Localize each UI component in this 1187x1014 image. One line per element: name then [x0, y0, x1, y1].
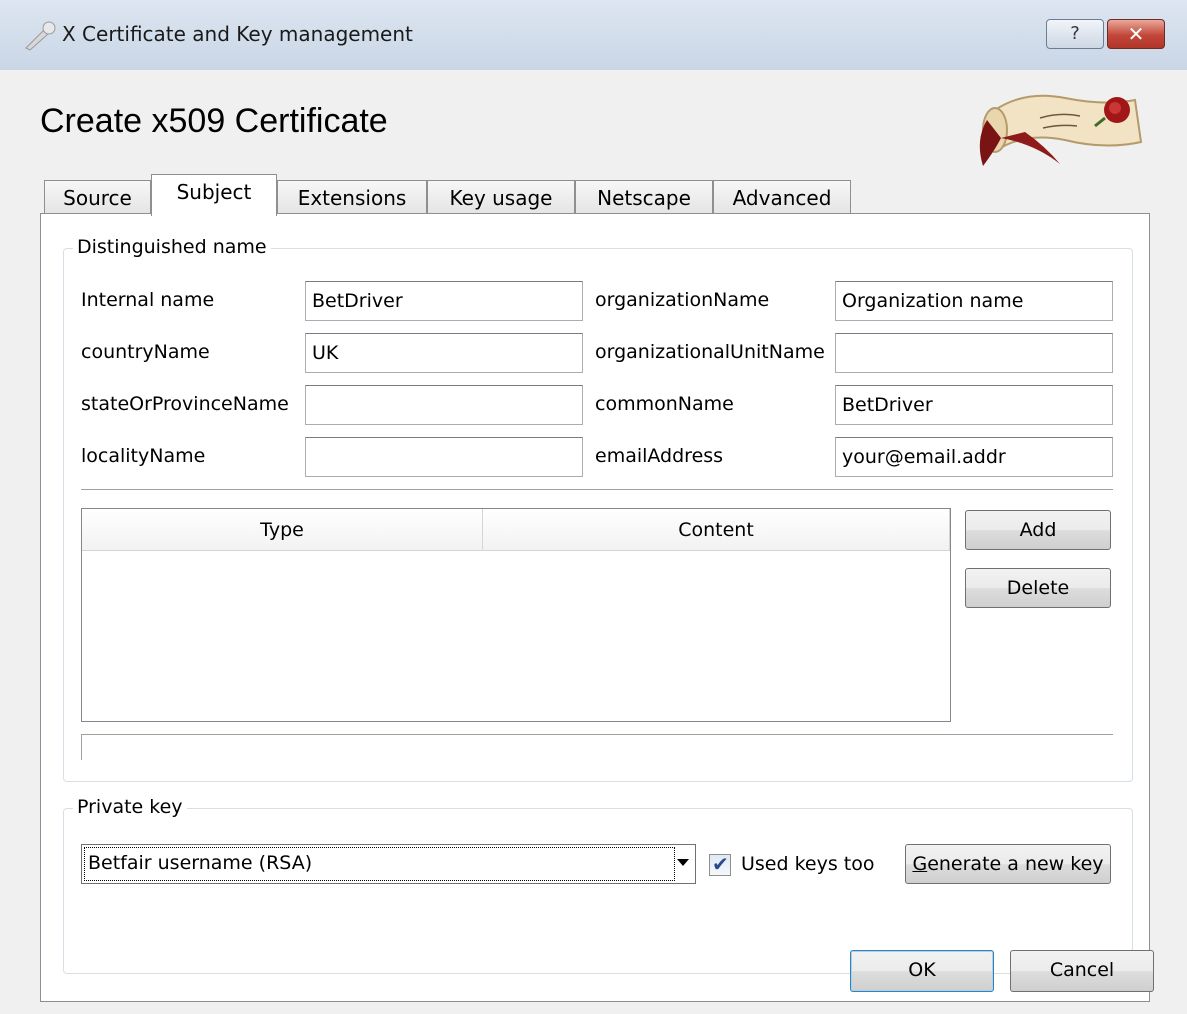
organization-name-field[interactable]: Organization name [835, 281, 1113, 321]
dropdown-arrow-icon [677, 859, 689, 866]
tab-source[interactable]: Source [44, 180, 151, 216]
delete-button[interactable]: Delete [965, 568, 1111, 608]
private-key-combo[interactable]: Betfair username (RSA) [81, 844, 696, 884]
tab-extensions[interactable]: Extensions [277, 180, 427, 216]
help-button[interactable]: ? [1046, 19, 1104, 49]
cancel-button[interactable]: Cancel [1010, 950, 1154, 992]
dialog-client: Create x509 Certificate Source Subject E… [0, 70, 1187, 1014]
tab-key-usage[interactable]: Key usage [427, 180, 575, 216]
certificate-app-icon [25, 21, 56, 51]
column-header-type[interactable]: Type [82, 509, 483, 551]
tab-netscape[interactable]: Netscape [575, 180, 713, 216]
state-province-field[interactable] [305, 385, 583, 425]
internal-name-label: Internal name [81, 289, 215, 311]
separator-bottom [81, 734, 1113, 736]
add-button[interactable]: Add [965, 510, 1111, 550]
country-name-field[interactable]: UK [305, 333, 583, 373]
locality-name-field[interactable] [305, 437, 583, 477]
tab-subject[interactable]: Subject [151, 174, 277, 216]
email-address-label: emailAddress [595, 445, 724, 467]
email-address-field[interactable]: your@email.addr [835, 437, 1113, 477]
ok-button[interactable]: OK [850, 950, 994, 992]
organizational-unit-field[interactable] [835, 333, 1113, 373]
title-bar[interactable]: X Certificate and Key management ? ✕ [0, 0, 1187, 70]
page-title: Create x509 Certificate [40, 102, 388, 140]
common-name-field[interactable]: BetDriver [835, 385, 1113, 425]
dialog-window: X Certificate and Key management ? ✕ Cre… [0, 0, 1187, 1014]
internal-name-field[interactable]: BetDriver [305, 281, 583, 321]
tab-advanced[interactable]: Advanced [713, 180, 851, 216]
subject-tab-pane: Distinguished name Internal name BetDriv… [40, 213, 1150, 1002]
distinguished-name-title: Distinguished name [73, 236, 271, 258]
country-name-label: countryName [81, 341, 210, 363]
separator [81, 489, 1113, 491]
column-header-content[interactable]: Content [483, 509, 950, 551]
generate-new-key-button[interactable]: Generate a new key [905, 844, 1111, 884]
state-province-label: stateOrProvinceName [81, 393, 289, 415]
used-keys-label[interactable]: Used keys too [741, 853, 875, 875]
locality-name-label: localityName [81, 445, 206, 467]
organization-name-label: organizationName [595, 289, 770, 311]
extra-dn-table[interactable]: Type Content [81, 508, 951, 722]
common-name-label: commonName [595, 393, 734, 415]
generate-mnemonic: G [912, 853, 928, 875]
used-keys-checkbox[interactable]: ✔ [709, 852, 731, 876]
window-title: X Certificate and Key management [62, 22, 413, 46]
scroll-rose-logo [979, 94, 1143, 166]
separator-tick [81, 734, 82, 760]
close-button[interactable]: ✕ [1107, 19, 1165, 49]
private-key-title: Private key [73, 796, 187, 818]
organizational-unit-label: organizationalUnitName [595, 341, 825, 363]
checkmark-icon: ✔ [712, 852, 729, 876]
generate-label-rest: enerate a new key [927, 853, 1104, 875]
private-key-selected: Betfair username (RSA) [88, 852, 313, 874]
